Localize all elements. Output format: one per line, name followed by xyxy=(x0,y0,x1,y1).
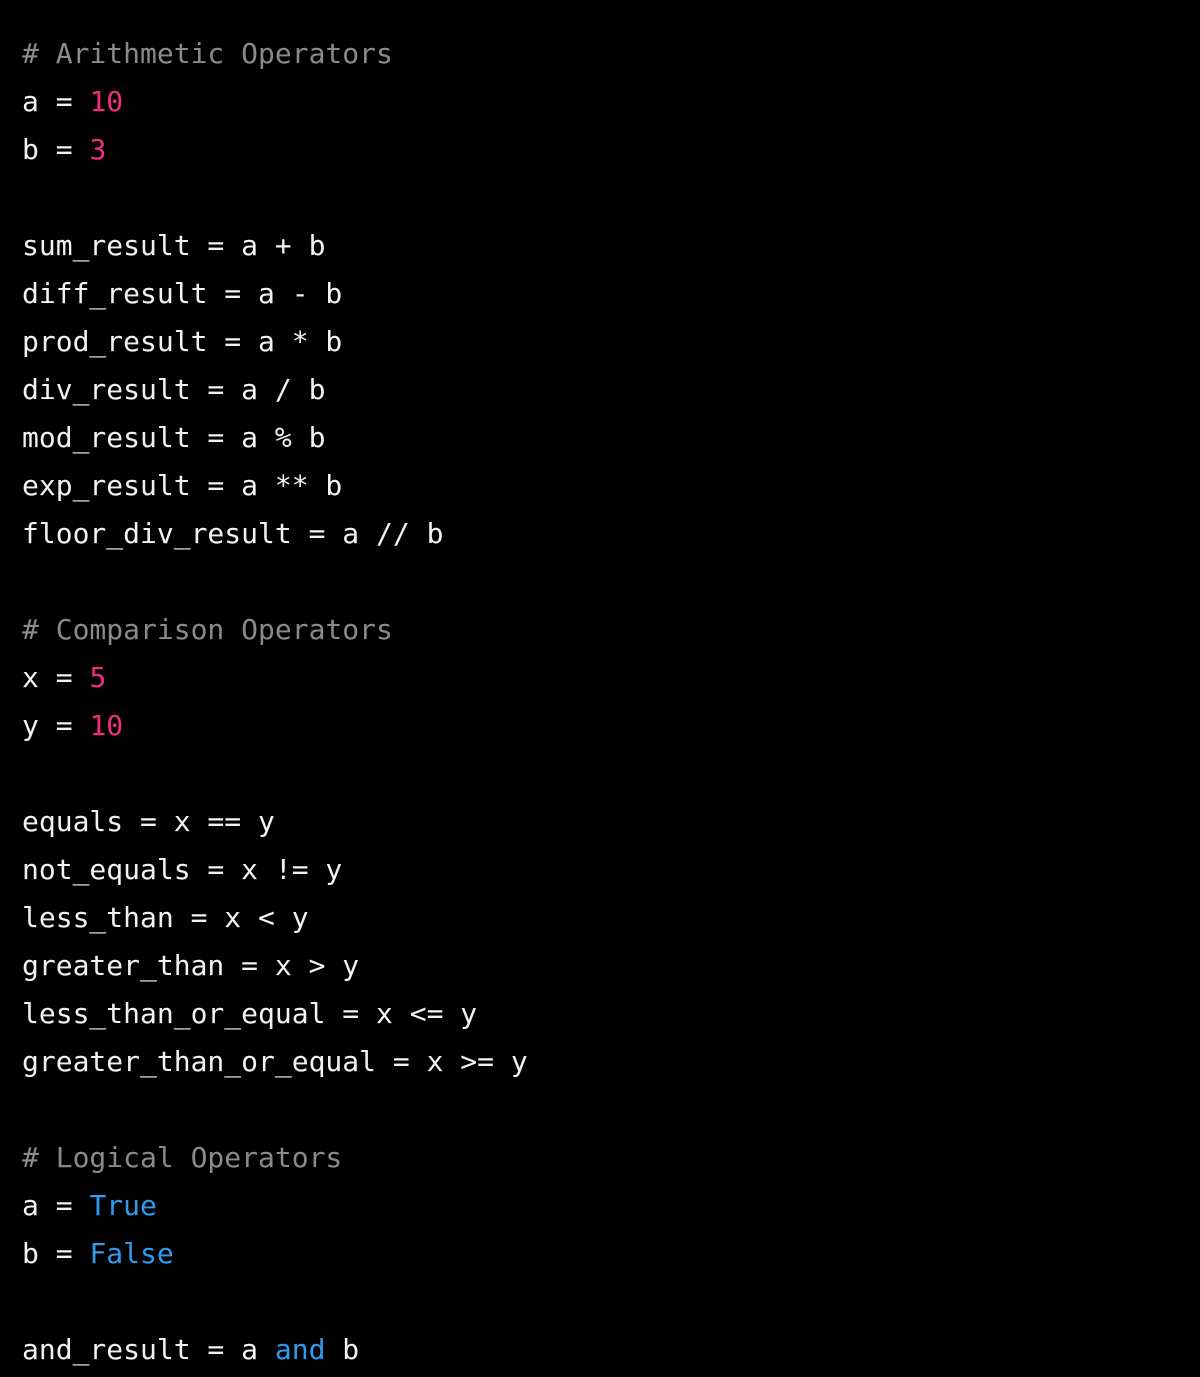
code-line[interactable]: a = True xyxy=(22,1182,1200,1230)
code-token-comment: # Arithmetic Operators xyxy=(22,37,393,70)
code-token-plain: b xyxy=(325,1333,360,1366)
code-line-blank[interactable] xyxy=(22,174,1200,222)
code-line[interactable]: a = 10 xyxy=(22,78,1200,126)
code-token-plain: div_result = a / b xyxy=(22,373,326,406)
code-token-plain: equals = x == y xyxy=(22,805,275,838)
code-line[interactable]: div_result = a / b xyxy=(22,366,1200,414)
code-token-plain: a = xyxy=(22,1189,90,1222)
code-token-keyword: and xyxy=(274,1333,326,1366)
code-token-plain: not_equals = x != y xyxy=(22,853,343,886)
code-line[interactable]: # Logical Operators xyxy=(22,1134,1200,1182)
code-line[interactable]: prod_result = a * b xyxy=(22,318,1200,366)
code-token-plain: prod_result = a * b xyxy=(22,325,343,358)
code-line[interactable]: floor_div_result = a // b xyxy=(22,510,1200,558)
code-line[interactable]: # Comparison Operators xyxy=(22,606,1200,654)
code-line[interactable]: # Arithmetic Operators xyxy=(22,30,1200,78)
code-line[interactable]: x = 5 xyxy=(22,654,1200,702)
code-token-plain: y = xyxy=(22,709,90,742)
code-token-plain: diff_result = a - b xyxy=(22,277,343,310)
code-token-plain: greater_than_or_equal = x >= y xyxy=(22,1045,528,1078)
code-line-blank[interactable] xyxy=(22,558,1200,606)
code-line[interactable]: greater_than = x > y xyxy=(22,942,1200,990)
code-token-number: 3 xyxy=(89,133,107,166)
code-token-keyword: True xyxy=(89,1189,157,1222)
code-token-number: 10 xyxy=(89,709,124,742)
code-line[interactable]: b = 3 xyxy=(22,126,1200,174)
code-token-plain: mod_result = a % b xyxy=(22,421,326,454)
code-token-plain: exp_result = a ** b xyxy=(22,469,343,502)
code-token-keyword: False xyxy=(89,1237,174,1270)
code-token-comment: # Comparison Operators xyxy=(22,613,393,646)
code-token-plain: b = xyxy=(22,1237,90,1270)
code-token-plain: and_result = a xyxy=(22,1333,275,1366)
code-token-plain: greater_than = x > y xyxy=(22,949,360,982)
code-token-plain: less_than_or_equal = x <= y xyxy=(22,997,478,1030)
code-line[interactable]: less_than_or_equal = x <= y xyxy=(22,990,1200,1038)
code-line-blank[interactable] xyxy=(22,750,1200,798)
code-token-comment: # Logical Operators xyxy=(22,1141,343,1174)
code-line[interactable]: b = False xyxy=(22,1230,1200,1278)
code-line[interactable]: not_equals = x != y xyxy=(22,846,1200,894)
code-line[interactable]: exp_result = a ** b xyxy=(22,462,1200,510)
code-line[interactable]: equals = x == y xyxy=(22,798,1200,846)
code-line[interactable]: mod_result = a % b xyxy=(22,414,1200,462)
code-listing[interactable]: # Arithmetic Operators a = 10 b = 3 sum_res… xyxy=(0,0,1200,1374)
code-token-plain: floor_div_result = a // b xyxy=(22,517,444,550)
code-token-number: 5 xyxy=(89,661,107,694)
code-line[interactable]: greater_than_or_equal = x >= y xyxy=(22,1038,1200,1086)
code-token-plain: sum_result = a + b xyxy=(22,229,326,262)
code-line[interactable]: and_result = a and b xyxy=(22,1326,1200,1374)
code-token-plain: b = xyxy=(22,133,90,166)
code-token-number: 10 xyxy=(89,85,124,118)
code-line[interactable]: diff_result = a - b xyxy=(22,270,1200,318)
code-line-blank[interactable] xyxy=(22,1086,1200,1134)
code-token-plain: x = xyxy=(22,661,90,694)
code-token-plain: less_than = x < y xyxy=(22,901,309,934)
code-line[interactable]: less_than = x < y xyxy=(22,894,1200,942)
code-line-blank[interactable] xyxy=(22,1278,1200,1326)
code-line[interactable]: sum_result = a + b xyxy=(22,222,1200,270)
code-line[interactable]: y = 10 xyxy=(22,702,1200,750)
code-token-plain: a = xyxy=(22,85,90,118)
